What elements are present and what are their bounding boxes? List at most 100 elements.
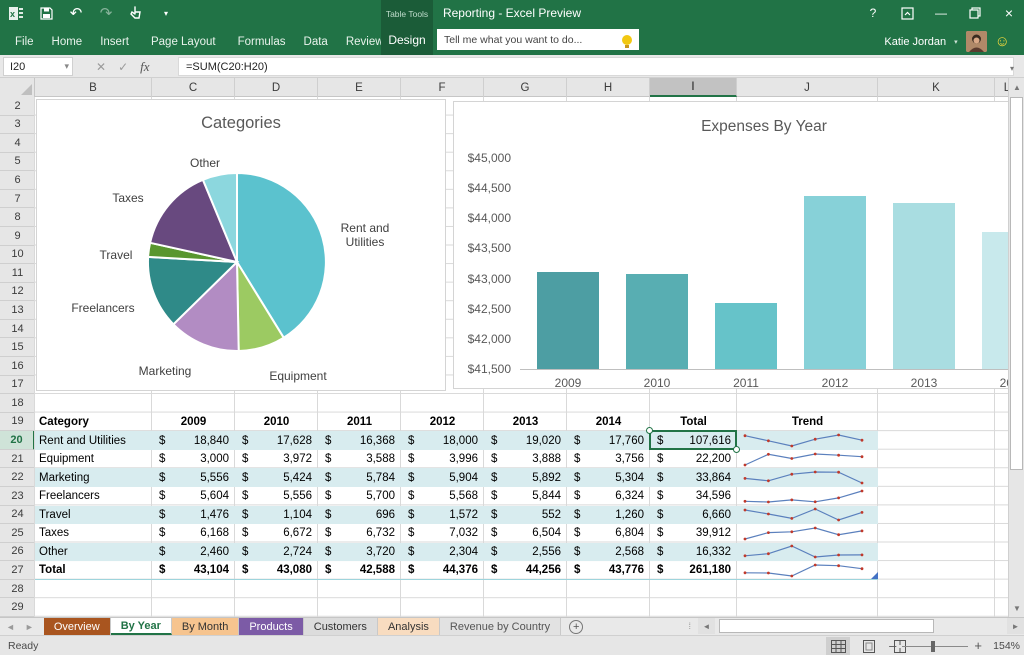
formula-input[interactable]: =SUM(C20:H20) ▾: [178, 57, 1014, 76]
cell-value[interactable]: $44,376: [401, 561, 484, 579]
table-header-trend[interactable]: Trend: [737, 413, 878, 432]
row-header-5[interactable]: 5: [0, 153, 35, 172]
cell-category[interactable]: Total: [35, 561, 152, 579]
cell-value[interactable]: $3,996: [401, 450, 484, 469]
cell-value[interactable]: $5,892: [484, 468, 567, 487]
tab-formulas[interactable]: Formulas: [229, 28, 295, 55]
row-header-12[interactable]: 12: [0, 283, 35, 302]
row-header-14[interactable]: 14: [0, 320, 35, 339]
cell-value[interactable]: $17,628: [235, 431, 318, 450]
table-header-2013[interactable]: 2013: [484, 413, 567, 432]
table-header-2012[interactable]: 2012: [401, 413, 484, 432]
table-header-2014[interactable]: 2014: [567, 413, 650, 432]
vertical-scroll-thumb[interactable]: [1010, 97, 1023, 470]
cell-value[interactable]: $43,080: [235, 561, 318, 579]
cell-value[interactable]: $16,332: [650, 543, 737, 562]
sheet-nav-right-icon[interactable]: ►: [25, 622, 34, 632]
bar-2014[interactable]: [982, 232, 1008, 369]
scroll-right-icon[interactable]: ►: [1007, 618, 1024, 634]
trend-sparkline[interactable]: [737, 506, 878, 525]
cell-category[interactable]: Equipment: [35, 450, 152, 469]
tab-insert[interactable]: Insert: [91, 28, 138, 55]
row-header-27[interactable]: 27: [0, 561, 35, 580]
cell-value[interactable]: $3,972: [235, 450, 318, 469]
row-header-21[interactable]: 21: [0, 450, 35, 469]
column-header-B[interactable]: B: [35, 78, 152, 97]
cell-value[interactable]: $2,724: [235, 543, 318, 562]
scroll-left-icon[interactable]: ◄: [698, 618, 715, 634]
cell-category[interactable]: Marketing: [35, 468, 152, 487]
cell-value[interactable]: $261,180: [650, 561, 737, 579]
cell-value[interactable]: $6,804: [567, 524, 650, 543]
cell-value[interactable]: $33,864: [650, 468, 737, 487]
tab-design[interactable]: Design: [381, 33, 433, 47]
row-header-10[interactable]: 10: [0, 246, 35, 265]
selection-handle-top-left[interactable]: [646, 427, 653, 434]
column-header-E[interactable]: E: [318, 78, 401, 97]
cell-value[interactable]: $17,760: [567, 431, 650, 450]
sheet-tab-analysis[interactable]: Analysis: [378, 618, 440, 635]
tab-file[interactable]: File: [6, 28, 43, 55]
row-header-9[interactable]: 9: [0, 227, 35, 246]
scroll-up-icon[interactable]: ▲: [1009, 78, 1024, 96]
insert-function-icon[interactable]: fx: [140, 59, 149, 75]
cell-value[interactable]: $5,424: [235, 468, 318, 487]
cell-category[interactable]: Freelancers: [35, 487, 152, 506]
zoom-percentage[interactable]: 154%: [988, 640, 1020, 652]
cell-value[interactable]: $3,588: [318, 450, 401, 469]
row-header-7[interactable]: 7: [0, 190, 35, 209]
normal-view-icon[interactable]: [826, 637, 850, 655]
cell-value[interactable]: $5,844: [484, 487, 567, 506]
close-icon[interactable]: ×: [1000, 4, 1018, 22]
row-header-24[interactable]: 24: [0, 506, 35, 525]
table-header-2011[interactable]: 2011: [318, 413, 401, 432]
table-header-category[interactable]: Category: [35, 413, 152, 432]
user-avatar[interactable]: [966, 31, 987, 52]
table-resize-handle[interactable]: [871, 572, 878, 579]
row-header-8[interactable]: 8: [0, 208, 35, 227]
restore-icon[interactable]: [966, 4, 984, 22]
row-header-18[interactable]: 18: [0, 394, 35, 413]
bar-2011[interactable]: [715, 303, 777, 369]
cell-value[interactable]: $43,776: [567, 561, 650, 579]
cell-value[interactable]: $552: [484, 506, 567, 525]
cell-value[interactable]: $2,460: [152, 543, 235, 562]
cell-value[interactable]: $16,368: [318, 431, 401, 450]
cell-value[interactable]: $34,596: [650, 487, 737, 506]
cell-value[interactable]: $5,784: [318, 468, 401, 487]
cell-value[interactable]: $6,168: [152, 524, 235, 543]
pie-chart[interactable]: CategoriesRent and UtilitiesEquipmentMar…: [36, 99, 446, 391]
sheet-tab-revenue-by-country[interactable]: Revenue by Country: [440, 618, 561, 635]
cell-value[interactable]: $42,588: [318, 561, 401, 579]
table-header-2010[interactable]: 2010: [235, 413, 318, 432]
row-header-11[interactable]: 11: [0, 264, 35, 283]
zoom-out-icon[interactable]: –: [889, 641, 896, 651]
scroll-down-icon[interactable]: ▼: [1009, 599, 1024, 617]
cell-value[interactable]: $3,720: [318, 543, 401, 562]
trend-sparkline[interactable]: [737, 543, 878, 562]
row-header-6[interactable]: 6: [0, 171, 35, 190]
cell-value[interactable]: $3,756: [567, 450, 650, 469]
sheet-tab-by-year[interactable]: By Year: [111, 618, 172, 635]
selection-handle-bottom-right[interactable]: [733, 446, 740, 453]
select-all-corner[interactable]: [0, 78, 35, 97]
row-header-23[interactable]: 23: [0, 487, 35, 506]
zoom-slider-thumb[interactable]: [931, 641, 935, 652]
bar-2010[interactable]: [626, 274, 688, 369]
user-dropdown-icon[interactable]: ▾: [954, 38, 958, 46]
row-header-20[interactable]: 20: [0, 431, 35, 450]
cell-value[interactable]: $6,660: [650, 506, 737, 525]
bar-2009[interactable]: [537, 272, 599, 369]
cell-value[interactable]: $5,700: [318, 487, 401, 506]
row-header-17[interactable]: 17: [0, 376, 35, 395]
sheet-tab-overview[interactable]: Overview: [44, 618, 111, 635]
tab-home[interactable]: Home: [43, 28, 92, 55]
scrollbar-splitter[interactable]: ⁞: [688, 621, 692, 631]
cancel-icon[interactable]: ✕: [96, 60, 106, 74]
cell-category[interactable]: Other: [35, 543, 152, 562]
cell-value[interactable]: $18,840: [152, 431, 235, 450]
cell-value[interactable]: $3,888: [484, 450, 567, 469]
horizontal-scroll-thumb[interactable]: [719, 619, 934, 633]
cell-value[interactable]: $5,904: [401, 468, 484, 487]
table-header-total[interactable]: Total: [650, 413, 737, 432]
